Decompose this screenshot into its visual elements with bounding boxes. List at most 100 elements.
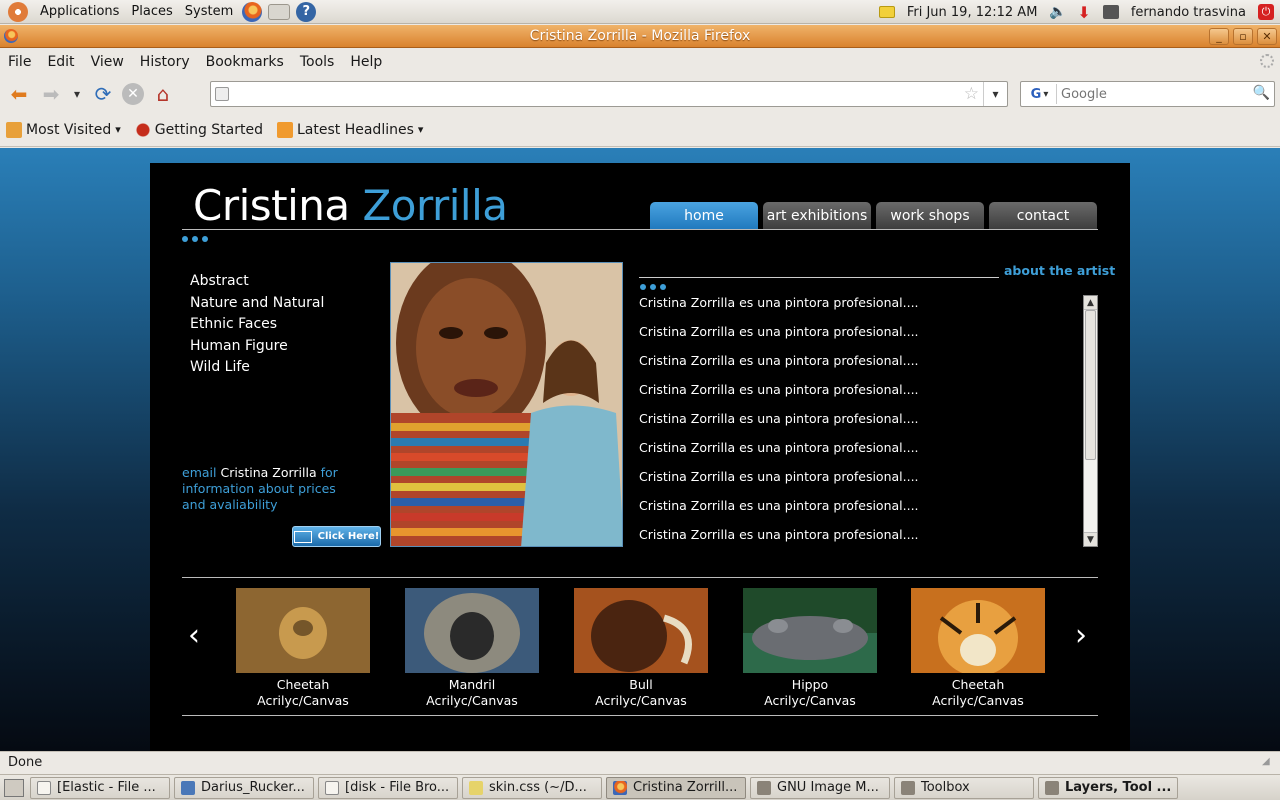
chevron-down-icon: ▾ (417, 123, 424, 136)
about-line: Cristina Zorrilla es una pintora profesi… (639, 411, 919, 426)
about-line: Cristina Zorrilla es una pintora profesi… (639, 353, 919, 368)
gallery-prev-icon[interactable]: ‹ (188, 621, 200, 651)
scroll-up-icon[interactable]: ▲ (1084, 296, 1097, 310)
applications-menu[interactable]: Applications (34, 0, 125, 24)
forward-button[interactable]: ➡ (38, 81, 64, 107)
taskbar-item[interactable]: skin.css (~/D... (462, 776, 602, 799)
music-player-icon (181, 780, 195, 795)
taskbar-item-active[interactable]: Cristina Zorrill... (606, 776, 746, 799)
home-button[interactable]: ⌂ (150, 81, 176, 107)
tab-work-shops[interactable]: work shops (876, 202, 984, 230)
reload-button[interactable]: ⟳ (90, 81, 116, 107)
gallery-item[interactable]: Bull Acrilyc/Canvas (574, 588, 708, 709)
tab-art-exhibitions[interactable]: art exhibitions (763, 202, 871, 230)
tab-home[interactable]: home (650, 202, 758, 230)
folder-icon[interactable] (878, 6, 895, 18)
getting-started-icon (134, 121, 151, 138)
category-nature[interactable]: Nature and Natural (190, 293, 324, 315)
search-icon[interactable]: 🔍 (1253, 85, 1270, 101)
text-editor-icon (469, 780, 483, 795)
help-icon[interactable]: ? (296, 1, 317, 22)
click-here-label: Click Here! (317, 531, 380, 542)
taskbar-label: skin.css (~/D... (489, 780, 587, 795)
show-desktop-button[interactable] (4, 778, 24, 797)
taskbar-item[interactable]: Toolbox (894, 776, 1034, 799)
menu-history[interactable]: History (132, 54, 198, 70)
scroll-down-icon[interactable]: ▼ (1084, 532, 1097, 546)
mail-launcher-icon[interactable] (268, 3, 291, 20)
about-line: Cristina Zorrilla es una pintora profesi… (639, 469, 919, 484)
url-input[interactable] (235, 85, 955, 103)
menu-bookmarks[interactable]: Bookmarks (198, 54, 292, 70)
main-nav: home art exhibitions work shops contact (650, 202, 1097, 230)
site-logo[interactable]: Cristina Zorrilla (193, 181, 508, 230)
ubuntu-logo-icon[interactable] (8, 1, 28, 22)
gallery-thumbnail[interactable] (743, 588, 877, 673)
gallery-thumbnail[interactable] (236, 588, 370, 673)
email-link[interactable]: email (182, 465, 216, 480)
search-bar[interactable]: G▾ 🔍 (1020, 81, 1275, 107)
taskbar-item[interactable]: GNU Image M... (750, 776, 890, 799)
power-icon[interactable]: ⏻ (1258, 4, 1274, 20)
bookmark-star-icon[interactable]: ☆ (964, 84, 979, 104)
taskbar-item[interactable]: [Elastic - File ... (30, 776, 170, 799)
menu-file[interactable]: File (0, 54, 39, 70)
tab-contact[interactable]: contact (989, 202, 1097, 230)
gallery-thumbnail[interactable] (911, 588, 1045, 676)
gallery-item[interactable]: Cheetah Acrilyc/Canvas (911, 588, 1045, 709)
url-bar[interactable]: ☆ ▾ (210, 81, 1008, 107)
gimp-icon (901, 780, 915, 795)
minimize-button[interactable]: _ (1209, 28, 1229, 45)
volume-icon[interactable]: 🔈 (1049, 5, 1066, 19)
menu-view[interactable]: View (83, 54, 132, 70)
taskbar-item[interactable]: Darius_Rucker... (174, 776, 314, 799)
network-icon[interactable] (1102, 5, 1119, 19)
gallery-thumbnail[interactable] (574, 588, 708, 673)
menu-tools[interactable]: Tools (292, 54, 343, 70)
bookmark-getting-started[interactable]: Getting Started (134, 121, 263, 138)
window-titlebar[interactable]: Cristina Zorrilla - Mozilla Firefox _ ▫ … (0, 25, 1280, 48)
taskbar-item[interactable]: [disk - File Bro... (318, 776, 458, 799)
click-here-button[interactable]: Click Here! (292, 526, 381, 547)
gallery-item[interactable]: Cheetah Acrilyc/Canvas (236, 588, 370, 709)
bookmark-most-visited[interactable]: Most Visited ▾ (6, 121, 121, 138)
maximize-button[interactable]: ▫ (1233, 28, 1253, 45)
bookmark-label: Most Visited (26, 121, 112, 138)
stop-button[interactable]: ✕ (122, 83, 144, 105)
gallery-next-icon[interactable]: › (1075, 621, 1087, 651)
menu-edit[interactable]: Edit (39, 54, 82, 70)
category-human-figure[interactable]: Human Figure (190, 336, 324, 358)
firefox-launcher-icon[interactable] (242, 1, 263, 22)
category-abstract[interactable]: Abstract (190, 271, 324, 293)
system-menu[interactable]: System (179, 0, 239, 24)
places-menu[interactable]: Places (125, 0, 178, 24)
gallery-item[interactable]: Hippo Acrilyc/Canvas (743, 588, 877, 709)
history-dropdown-icon[interactable]: ▾ (70, 81, 84, 107)
menu-help[interactable]: Help (342, 54, 390, 70)
search-engine-icon[interactable]: G ▾ (1023, 84, 1057, 104)
gallery-item[interactable]: Mandril Acrilyc/Canvas (405, 588, 539, 709)
close-button[interactable]: ✕ (1257, 28, 1277, 45)
user-name[interactable]: fernando trasvina (1131, 5, 1246, 20)
site-identity-icon[interactable] (215, 87, 229, 101)
about-scrollbar[interactable]: ▲ ▼ (1083, 295, 1098, 547)
email-info: email Cristina Zorrilla for information … (182, 465, 362, 513)
url-dropdown-icon[interactable]: ▾ (983, 82, 1007, 106)
page-viewport[interactable]: Cristina Zorrilla home art exhibitions w… (0, 148, 1280, 751)
category-wild-life[interactable]: Wild Life (190, 357, 324, 379)
update-notifier-icon[interactable]: ⬇ (1077, 3, 1090, 22)
bookmark-label: Getting Started (154, 121, 263, 138)
category-ethnic-faces[interactable]: Ethnic Faces (190, 314, 324, 336)
back-button[interactable]: ⬅ (6, 81, 32, 107)
clock[interactable]: Fri Jun 19, 12:12 AM (907, 5, 1038, 20)
taskbar-item[interactable]: Layers, Tool ... (1038, 776, 1178, 799)
search-engine-label: G (1030, 86, 1042, 102)
about-the-artist-heading: about the artist (1004, 263, 1116, 278)
scroll-thumb[interactable] (1085, 310, 1096, 460)
taskbar: [Elastic - File ... Darius_Rucker... [di… (0, 774, 1280, 800)
bookmark-latest-headlines[interactable]: Latest Headlines ▾ (277, 121, 424, 138)
search-input[interactable] (1061, 85, 1251, 103)
status-text: Done (8, 755, 43, 770)
gallery-thumbnail[interactable] (405, 588, 539, 673)
resize-grip-icon[interactable]: ◢ (1262, 756, 1276, 770)
